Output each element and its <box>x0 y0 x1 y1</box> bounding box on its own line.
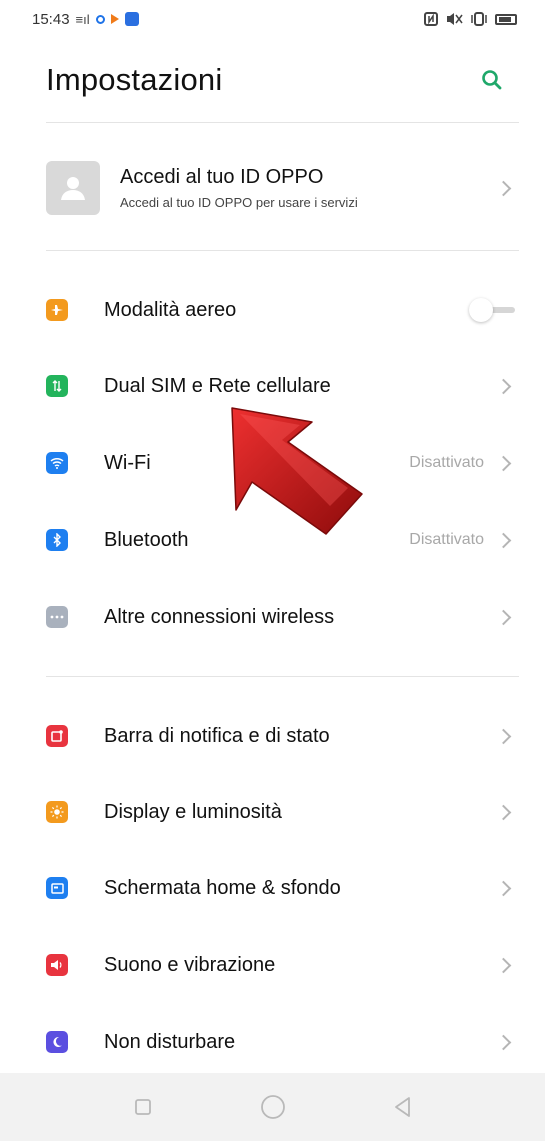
app-badge-icon <box>124 12 139 26</box>
divider <box>46 676 519 677</box>
avatar <box>46 161 100 215</box>
airplane-mode-toggle[interactable] <box>469 298 517 322</box>
wifi-icon <box>46 452 68 474</box>
mute-icon <box>447 13 463 25</box>
app-notification-icon <box>95 14 105 24</box>
row-label: Barra di notifica e di stato <box>104 724 330 747</box>
chevron-right-icon <box>495 1034 512 1050</box>
settings-screen: 15:43 ≡ıl Impostazioni Accedi al tuo ID … <box>0 0 545 1141</box>
chevron-right-icon <box>495 455 512 471</box>
row-label: Altre connessioni wireless <box>104 605 335 628</box>
row-do-not-disturb[interactable]: Non disturbare <box>0 1004 545 1080</box>
notification-icon <box>46 725 68 747</box>
brightness-icon <box>46 801 68 823</box>
divider <box>46 250 519 251</box>
row-label: Modalità aereo <box>104 298 237 321</box>
row-label: Non disturbare <box>104 1030 236 1053</box>
row-display-brightness[interactable]: Display e luminosità <box>0 774 545 850</box>
search-button[interactable] <box>477 65 507 95</box>
row-label: Bluetooth <box>104 528 189 551</box>
row-label: Schermata home & sfondo <box>104 876 341 899</box>
chevron-right-icon <box>495 180 512 196</box>
account-text: Accedi al tuo ID OPPO Accedi al tuo ID O… <box>120 166 498 210</box>
status-left: 15:43 ≡ıl <box>32 11 139 28</box>
home-icon <box>260 1095 285 1119</box>
recent-apps-button[interactable] <box>130 1094 156 1120</box>
chevron-right-icon <box>495 378 512 394</box>
home-button[interactable] <box>260 1094 286 1120</box>
chevron-right-icon <box>495 728 512 744</box>
signal-icon: ≡ıl <box>75 11 90 27</box>
divider <box>46 122 519 123</box>
battery-icon <box>495 13 517 25</box>
sound-icon <box>46 954 68 976</box>
row-dual-sim[interactable]: Dual SIM e Rete cellulare <box>0 348 545 424</box>
row-label: Dual SIM e Rete cellulare <box>104 374 331 397</box>
row-label: Display e luminosità <box>104 800 282 823</box>
row-sound-vibration[interactable]: Suono e vibrazione <box>0 927 545 1003</box>
recent-apps-icon <box>134 1099 151 1115</box>
chevron-right-icon <box>495 804 512 820</box>
search-icon <box>482 70 502 90</box>
vibrate-icon <box>471 12 487 26</box>
toggle-knob <box>469 298 493 322</box>
more-connections-icon <box>46 606 68 628</box>
sim-icon <box>46 375 68 397</box>
row-bluetooth[interactable]: Bluetooth Disattivato <box>0 502 545 578</box>
row-airplane-mode[interactable]: Modalità aereo <box>0 272 545 348</box>
row-label: Suono e vibrazione <box>104 953 276 976</box>
chevron-right-icon <box>495 957 512 973</box>
play-notification-icon <box>110 14 119 24</box>
clock: 15:43 <box>32 10 70 28</box>
user-placeholder-icon <box>61 177 85 200</box>
row-notification-bar[interactable]: Barra di notifica e di stato <box>0 698 545 774</box>
header: Impostazioni <box>0 48 545 112</box>
bluetooth-status: Disattivato <box>409 531 484 548</box>
oppo-id-account-row[interactable]: Accedi al tuo ID OPPO Accedi al tuo ID O… <box>0 140 545 236</box>
status-bar: 15:43 ≡ıl <box>0 0 545 38</box>
back-button[interactable] <box>390 1094 416 1120</box>
chevron-right-icon <box>495 880 512 896</box>
row-other-wireless[interactable]: Altre connessioni wireless <box>0 579 545 655</box>
wallpaper-icon <box>46 877 68 899</box>
chevron-right-icon <box>495 609 512 625</box>
chevron-right-icon <box>495 532 512 548</box>
moon-icon <box>46 1031 68 1053</box>
row-label: Wi-Fi <box>104 451 151 474</box>
back-icon <box>394 1097 410 1117</box>
nfc-icon <box>424 12 438 26</box>
navigation-bar <box>0 1073 545 1141</box>
row-wifi[interactable]: Wi-Fi Disattivato <box>0 425 545 501</box>
account-title: Accedi al tuo ID OPPO <box>120 166 324 188</box>
page-title: Impostazioni <box>46 62 223 97</box>
wifi-status: Disattivato <box>409 454 484 471</box>
row-home-screen-wallpaper[interactable]: Schermata home & sfondo <box>0 850 545 926</box>
airplane-icon <box>46 299 68 321</box>
bluetooth-icon <box>46 529 68 551</box>
account-subtitle: Accedi al tuo ID OPPO per usare i serviz… <box>120 195 358 210</box>
status-right <box>423 11 517 27</box>
